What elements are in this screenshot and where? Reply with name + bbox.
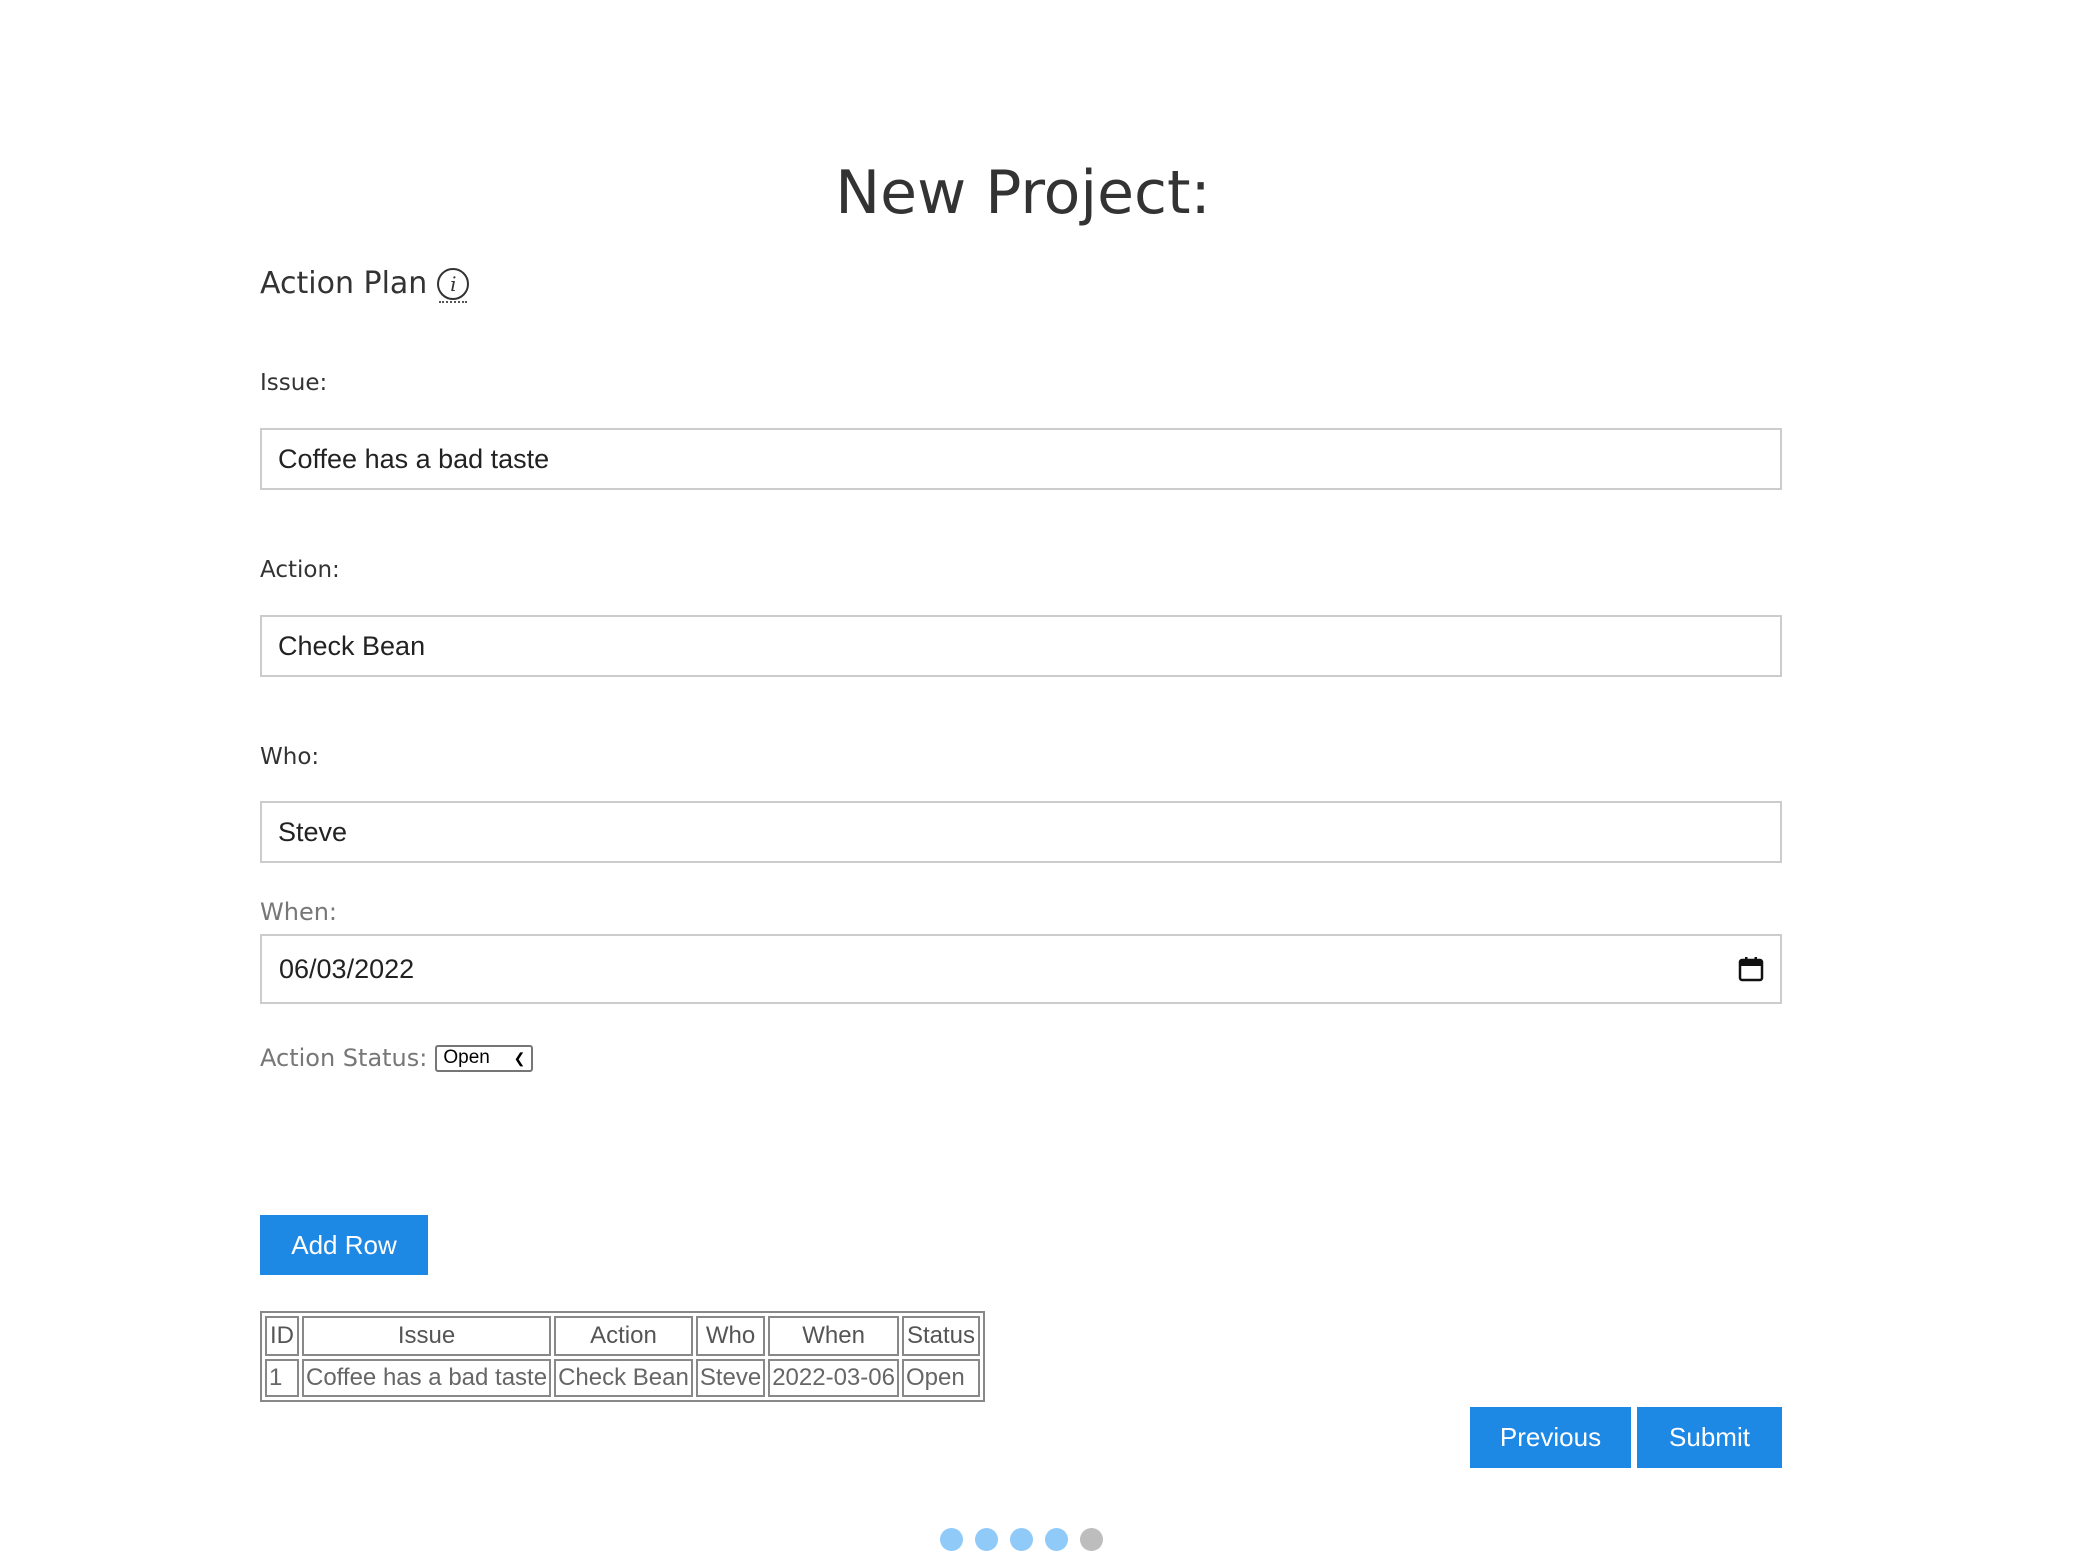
table-header: Action [554,1316,693,1356]
table-header: Who [695,1316,766,1356]
action-input[interactable] [260,615,1782,677]
section-title-text: Action Plan [260,266,428,301]
table-cell: Steve [695,1359,766,1397]
when-label: When: [260,898,338,926]
submit-button[interactable]: Submit [1637,1407,1782,1468]
who-input[interactable] [260,801,1782,863]
step-indicator [940,1528,1103,1551]
issue-label: Issue: [260,370,328,396]
table-header: When [768,1316,899,1356]
action-status-selected: Open [443,1047,490,1068]
step-dot [940,1528,963,1551]
step-dot [1010,1528,1033,1551]
step-dot [1045,1528,1068,1551]
table-cell: 1 [265,1359,299,1397]
action-status-row: Action Status: Open ❮ [260,1044,534,1072]
chevron-down-icon: ❮ [513,1049,526,1066]
action-label: Action: [260,557,340,583]
action-status-select[interactable]: Open ❮ [435,1044,534,1072]
previous-button[interactable]: Previous [1470,1407,1631,1468]
when-date-input[interactable]: 06/03/2022 [260,934,1782,1004]
action-plan-table: ID Issue Action Who When Status 1 Coffee… [260,1311,986,1402]
action-status-label: Action Status: [260,1044,428,1072]
table-cell: Open [901,1359,981,1397]
page-title: New Project: [835,158,1211,228]
issue-input[interactable] [260,428,1782,490]
step-dot [1080,1528,1103,1551]
calendar-icon[interactable] [1738,956,1764,982]
table-row: 1 Coffee has a bad taste Check Bean Stev… [265,1359,981,1397]
section-title: Action Plan i [260,266,470,303]
table-header: Issue [302,1316,552,1356]
table-header-row: ID Issue Action Who When Status [265,1316,981,1356]
table-cell: Coffee has a bad taste [302,1359,552,1397]
who-label: Who: [260,744,320,770]
table-cell: 2022-03-06 [768,1359,899,1397]
table-header: Status [901,1316,981,1356]
table-header: ID [265,1316,299,1356]
info-icon[interactable]: i [437,267,470,303]
add-row-button[interactable]: Add Row [260,1215,428,1275]
step-dot [975,1528,998,1551]
table-cell: Check Bean [554,1359,693,1397]
when-date-value: 06/03/2022 [279,953,415,984]
